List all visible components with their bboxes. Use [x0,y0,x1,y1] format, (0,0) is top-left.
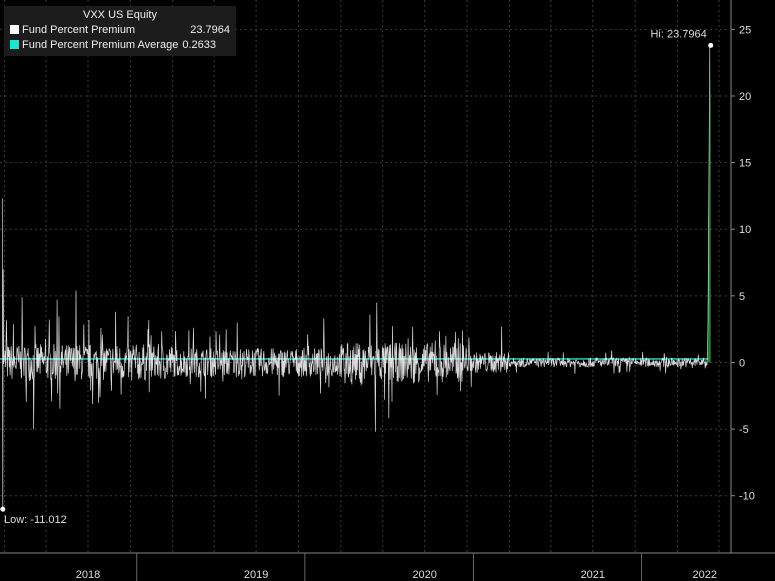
y-tick-label: 0 [739,357,745,369]
x-tick-label: 2018 [76,569,100,581]
chart: 25 20 15 10 5 0 -5 -10 2018 2019 2020 2021 2022 Hi: 2… [0,0,775,581]
x-tick-label: 2022 [693,569,717,581]
high-marker [708,42,714,48]
x-tick-label: 2021 [581,569,605,581]
legend-value-average: 0.2633 [182,39,216,51]
x-tick-label: 2020 [412,569,436,581]
legend-swatch-premium [10,25,19,34]
legend-value-premium: 23.7964 [190,24,230,36]
low-marker [0,506,6,512]
high-annotation: Hi: 23.7964 [650,28,706,40]
legend-label-average: Fund Percent Premium Average [22,39,179,51]
legend-swatch-average [10,40,19,49]
y-tick-label: 20 [739,91,751,103]
y-tick-label: 5 [739,291,745,303]
legend: VXX US Equity Fund Percent Premium 23.79… [4,6,236,56]
low-annotation: Low: -11.012 [4,514,67,526]
legend-label-premium: Fund Percent Premium [22,24,136,36]
y-tick-label: 15 [739,158,751,170]
premium-series-line [1,45,711,510]
legend-entry-average: Fund Percent Premium Average 0.2633 [4,38,236,53]
y-tick-label: -5 [739,424,749,436]
y-tick-label: 10 [739,224,751,236]
y-tick-label: -10 [739,491,755,503]
x-tick-label: 2019 [244,569,268,581]
legend-entry-premium: Fund Percent Premium 23.7964 [4,23,236,38]
y-tick-label: 25 [739,24,751,36]
chart-title: VXX US Equity [83,9,157,21]
